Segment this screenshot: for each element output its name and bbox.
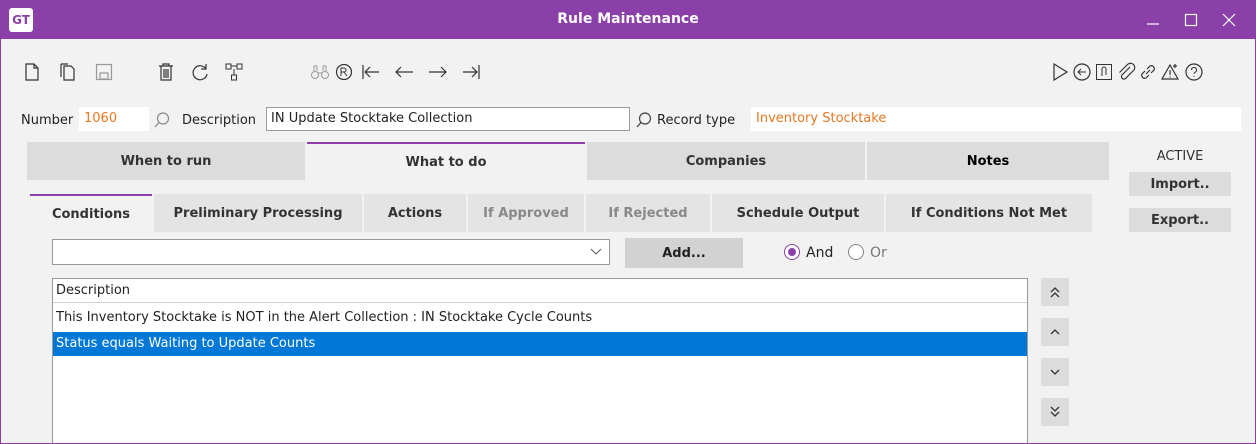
subtab-schedule-output[interactable]: Schedule Output — [712, 194, 884, 232]
subtab-if-conditions-not-met[interactable]: If Conditions Not Met — [886, 194, 1092, 232]
attachment-folder-icon — [1096, 64, 1112, 80]
number-field[interactable]: 1060 — [79, 107, 149, 131]
double-chevron-down-icon — [1050, 406, 1060, 417]
move-bottom-button[interactable] — [1041, 398, 1069, 426]
description-label: Description — [182, 113, 257, 128]
tab-companies[interactable]: Companies — [587, 142, 865, 180]
left-arrow-icon — [395, 66, 413, 78]
maximize-button[interactable] — [1173, 5, 1209, 35]
export-label: Export.. — [1150, 212, 1209, 228]
last-arrow-icon — [463, 65, 480, 79]
link-button[interactable] — [1137, 61, 1159, 83]
conditions-list: Description This Inventory Stocktake is … — [52, 278, 1028, 443]
alert-icon — [1160, 63, 1180, 80]
last-record-button[interactable] — [461, 61, 483, 83]
close-button[interactable] — [1211, 5, 1247, 35]
first-arrow-icon — [362, 65, 379, 79]
attachments-button[interactable] — [1093, 61, 1115, 83]
and-radio[interactable] — [784, 244, 800, 260]
subtab-actions[interactable]: Actions — [364, 194, 466, 232]
subtab-conditions[interactable]: Conditions — [30, 194, 152, 232]
hierarchy-button[interactable] — [223, 61, 245, 83]
or-label: Or — [870, 245, 887, 261]
move-up-button[interactable] — [1041, 318, 1069, 346]
circle-back-icon — [1073, 63, 1091, 81]
header-fields: Number 1060 Description IN Update Stockt… — [1, 101, 1255, 139]
copy-document-icon — [60, 63, 75, 81]
subtab-if-approved[interactable]: If Approved — [468, 194, 584, 232]
number-label: Number — [21, 113, 74, 128]
window-title: Rule Maintenance — [557, 11, 699, 27]
record-type-field[interactable]: Inventory Stocktake — [751, 107, 1241, 131]
paperclip-button[interactable] — [1115, 61, 1137, 83]
list-item[interactable]: This Inventory Stocktake is NOT in the A… — [53, 306, 1027, 330]
find-button[interactable] — [309, 61, 331, 83]
paperclip-icon — [1119, 62, 1136, 80]
status-label: ACTIVE — [1156, 149, 1204, 164]
subtab-if-rejected[interactable]: If Rejected — [586, 194, 710, 232]
next-record-button[interactable] — [427, 61, 449, 83]
right-arrow-icon — [429, 66, 447, 78]
binoculars-icon — [311, 65, 329, 79]
copy-button[interactable] — [57, 61, 79, 83]
tab-when-to-run[interactable]: When to run — [27, 142, 305, 180]
export-button[interactable]: Export.. — [1129, 208, 1231, 232]
refresh-button[interactable] — [189, 61, 211, 83]
description-lookup-button[interactable] — [635, 111, 653, 129]
move-top-button[interactable] — [1041, 278, 1069, 306]
record-type-label: Record type — [657, 113, 736, 128]
run-button[interactable] — [1049, 61, 1071, 83]
number-lookup-button[interactable] — [153, 111, 171, 129]
subtab-preliminary-processing[interactable]: Preliminary Processing — [154, 194, 362, 232]
help-button[interactable] — [1183, 61, 1205, 83]
import-label: Import.. — [1150, 176, 1210, 192]
maximize-icon — [1184, 13, 1198, 27]
help-icon — [1185, 63, 1203, 81]
tab-notes[interactable]: Notes — [867, 142, 1109, 180]
previous-record-button[interactable] — [393, 61, 415, 83]
list-item-selected[interactable]: Status equals Waiting to Update Counts — [53, 332, 1027, 356]
rule-maintenance-window: GT Rule Maintenance Number 1060 Descript… — [0, 0, 1256, 444]
add-condition-button[interactable]: Add... — [625, 238, 743, 268]
search-icon — [154, 112, 170, 128]
play-icon — [1053, 62, 1069, 82]
chevron-up-icon — [1050, 329, 1060, 335]
browse-button[interactable] — [333, 61, 355, 83]
back-button[interactable] — [1071, 61, 1093, 83]
delete-button[interactable] — [155, 61, 177, 83]
toolbar — [1, 39, 1255, 101]
search-icon — [636, 112, 652, 128]
move-down-button[interactable] — [1041, 358, 1069, 386]
chevron-down-icon — [1050, 369, 1060, 375]
alert-button[interactable] — [1159, 61, 1181, 83]
import-button[interactable]: Import.. — [1129, 172, 1231, 196]
first-record-button[interactable] — [359, 61, 381, 83]
chevron-down-icon — [590, 248, 602, 255]
tab-what-to-do[interactable]: What to do — [307, 142, 585, 180]
browse-icon — [335, 63, 353, 81]
close-icon — [1222, 13, 1236, 27]
refresh-icon — [192, 64, 208, 81]
description-field[interactable]: IN Update Stocktake Collection — [266, 107, 630, 131]
save-button[interactable] — [93, 61, 115, 83]
save-icon — [95, 63, 113, 81]
and-label: And — [806, 245, 834, 261]
minimize-icon — [1147, 23, 1159, 25]
hierarchy-icon — [225, 63, 243, 81]
or-radio[interactable] — [848, 244, 864, 260]
new-document-icon — [25, 63, 39, 81]
link-icon — [1141, 65, 1155, 79]
title-bar: GT Rule Maintenance — [1, 1, 1255, 39]
list-header-description[interactable]: Description — [53, 279, 1027, 303]
condition-combo[interactable] — [52, 239, 610, 265]
new-button[interactable] — [21, 61, 43, 83]
trash-icon — [159, 63, 173, 81]
double-chevron-up-icon — [1050, 287, 1060, 298]
minimize-button[interactable] — [1135, 5, 1171, 35]
